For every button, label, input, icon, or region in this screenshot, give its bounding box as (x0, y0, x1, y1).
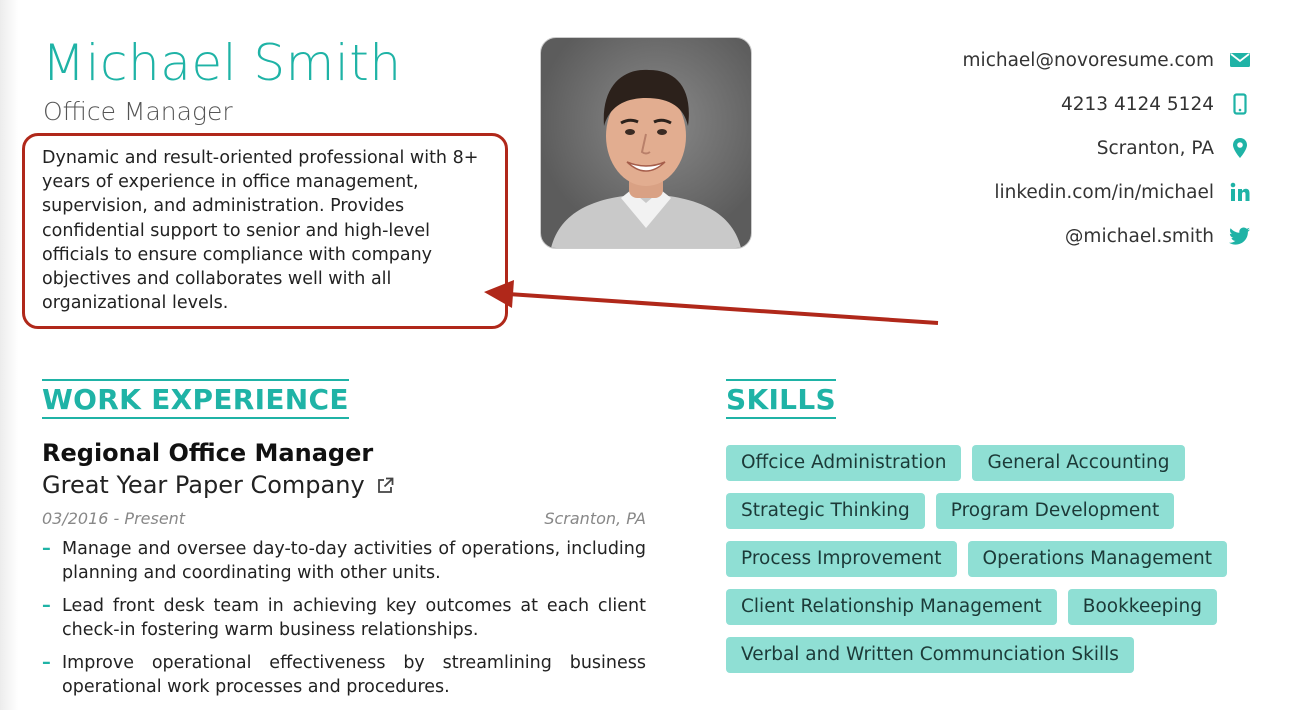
skill-tag: Offcice Administration (726, 445, 962, 481)
job-bullet-text: Improve operational effectiveness by str… (62, 653, 646, 697)
page-edge-shadow (0, 0, 18, 710)
company-name-text: Great Year Paper Company (42, 471, 365, 499)
skill-tag: Bookkeeping (1067, 589, 1217, 625)
bullet-dash-icon: – (42, 653, 51, 673)
job-bullet: – Lead front desk team in achieving key … (42, 594, 646, 642)
phone-icon (1228, 92, 1252, 116)
resume-name: Michael Smith (42, 34, 402, 92)
resume-summary: Dynamic and result-oriented professional… (42, 148, 479, 314)
contact-linkedin-text: linkedin.com/in/michael (994, 181, 1214, 203)
skill-tag: Process Improvement (726, 541, 957, 577)
work-experience-heading: WORK EXPERIENCE (42, 379, 349, 419)
profile-photo-illustration (551, 69, 741, 248)
job-bullet: – Manage and oversee day-to-day activiti… (42, 537, 646, 585)
twitter-icon (1228, 224, 1252, 248)
contact-location[interactable]: Scranton, PA (963, 126, 1252, 170)
external-link-icon[interactable] (377, 477, 394, 494)
contact-email[interactable]: michael@novoresume.com (963, 38, 1252, 82)
skill-tag: Client Relationship Management (726, 589, 1057, 625)
skills-heading: SKILLS (726, 379, 836, 419)
skill-tag: Program Development (935, 493, 1175, 529)
job-bullet-text: Lead front desk team in achieving key ou… (62, 596, 646, 640)
skill-tag: General Accounting (972, 445, 1185, 481)
contact-twitter-text: @michael.smith (1064, 225, 1214, 247)
contact-phone[interactable]: 4213 4124 5124 (963, 82, 1252, 126)
contact-linkedin[interactable]: linkedin.com/in/michael (963, 170, 1252, 214)
job-dates: 03/2016 - Present (42, 509, 186, 528)
envelope-icon (1228, 48, 1252, 72)
contact-email-text: michael@novoresume.com (962, 49, 1214, 71)
job-bullet-text: Manage and oversee day-to-day activities… (62, 539, 646, 583)
linkedin-icon (1228, 180, 1252, 204)
company-name: Great Year Paper Company (42, 471, 394, 499)
location-pin-icon (1228, 136, 1252, 160)
contact-twitter[interactable]: @michael.smith (963, 214, 1252, 258)
skills-list: Offcice Administration General Accountin… (726, 445, 1246, 673)
bullet-dash-icon: – (42, 596, 51, 616)
resume-role: Office Manager (43, 97, 233, 126)
job-bullet: – Improve operational effectiveness by s… (42, 651, 646, 699)
skill-tag: Verbal and Written Communciation Skills (726, 637, 1134, 673)
contact-location-text: Scranton, PA (1096, 137, 1214, 159)
skill-tag: Operations Management (967, 541, 1227, 577)
bullet-dash-icon: – (42, 539, 51, 559)
skill-tag: Strategic Thinking (726, 493, 925, 529)
job-title: Regional Office Manager (42, 439, 374, 467)
contact-phone-text: 4213 4124 5124 (1060, 93, 1214, 115)
profile-photo (540, 37, 752, 249)
job-location: Scranton, PA (544, 509, 646, 528)
contact-list: michael@novoresume.com 4213 4124 5124 Sc… (963, 38, 1252, 258)
job-bullets: – Manage and oversee day-to-day activiti… (42, 537, 646, 708)
